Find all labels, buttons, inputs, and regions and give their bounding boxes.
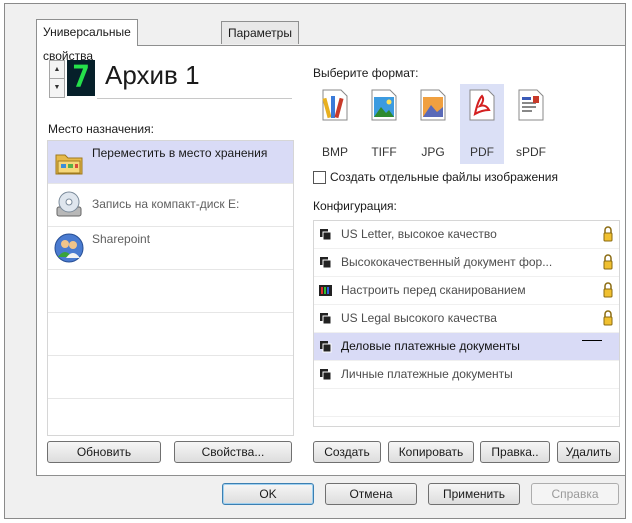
job-title: Архив 1 [105,60,200,90]
scan-settings-dialog: Универсальные свойства Параметры ▲ ▼ 7 А… [4,3,626,519]
format-label-text: BMP [321,145,348,159]
delete-button[interactable]: Удалить [557,441,620,463]
lock-icon [603,254,613,270]
bmp-file-icon [322,89,348,121]
destination-item-label: Переместить в место хранения [92,146,268,160]
destination-empty-row [48,313,293,356]
format-label-text: sPDF [516,145,546,159]
tab-options[interactable]: Параметры [221,21,299,44]
format-label-text: TIFF [371,145,397,159]
format-jpg[interactable]: JPG [411,84,455,164]
lock-icon [603,226,613,242]
pdf-file-icon [469,89,495,121]
lock-icon [603,310,613,326]
cancel-button[interactable]: Отмена [325,483,417,505]
scanner-config-icon [320,369,332,381]
destination-item-label: Запись на компакт-диск E: [92,197,240,211]
destination-item-label: Sharepoint [92,232,151,246]
color-film-config-icon [319,285,332,296]
format-tiff[interactable]: TIFF [362,84,406,164]
spdf-file-icon [518,89,544,121]
separate-files-label: Создать отдельные файлы изображения [330,170,558,184]
configuration-item[interactable]: US Letter, высокое качество [314,221,619,249]
copy-button[interactable]: Копировать [388,441,474,463]
separate-files-option[interactable]: Создать отдельные файлы изображения [313,170,558,184]
separate-files-checkbox[interactable] [313,170,326,184]
refresh-button[interactable]: Обновить [47,441,161,463]
destination-label: Место назначения: [48,122,154,136]
configuration-item-label: US Letter, высокое качество [341,227,497,241]
format-label-text: JPG [421,145,445,159]
scanner-config-icon [320,257,332,269]
jpg-file-icon [420,89,446,121]
scanner-config-icon [320,229,332,241]
tiff-file-icon [371,89,397,121]
destination-item-move-to-storage[interactable]: Переместить в место хранения [48,141,293,184]
help-button[interactable]: Справка [531,483,619,505]
destination-empty-row [48,356,293,399]
configuration-item-label: Личные платежные документы [341,367,513,381]
configuration-item[interactable]: Личные платежные документы [314,361,619,389]
configuration-empty-row [314,389,619,417]
edit-button[interactable]: Правка.. [480,441,550,463]
configuration-item-label: Настроить перед сканированием [341,283,526,297]
format-bmp[interactable]: BMP [313,84,357,164]
folder-move-icon [55,154,83,175]
configuration-item-selected[interactable]: Деловые платежные документы [314,333,619,361]
create-button[interactable]: Создать [313,441,381,463]
ok-button[interactable]: OK [222,483,314,505]
configuration-item-label: US Legal высокого качества [341,311,497,325]
destination-list[interactable]: Переместить в место хранения Запись на к… [47,140,294,436]
format-pdf[interactable]: PDF [460,84,504,164]
destination-empty-row [48,270,293,313]
destination-item-sharepoint[interactable]: Sharepoint [48,227,293,270]
configuration-item[interactable]: Настроить перед сканированием [314,277,619,305]
properties-button[interactable]: Свойства... [174,441,292,463]
destination-item-burn-cd[interactable]: Запись на компакт-диск E: [48,184,293,227]
configuration-list[interactable]: US Letter, высокое качество Высококачест… [313,220,620,427]
scanner-config-icon [320,341,332,353]
tab-general-properties[interactable]: Универсальные свойства [36,19,138,63]
configuration-item[interactable]: Высококачественный документ фор... [314,249,619,277]
configuration-item[interactable]: US Legal высокого качества [314,305,619,333]
lock-icon [603,282,613,298]
apply-button[interactable]: Применить [428,483,520,505]
tab-panel: ▲ ▼ 7 Архив 1 Место назначения: Перемест… [36,45,626,476]
spin-down-icon[interactable]: ▼ [50,78,64,96]
configuration-label: Конфигурация: [313,199,397,213]
scanner-config-icon [320,313,332,325]
format-label: Выберите формат: [313,66,419,80]
sharepoint-users-icon [54,233,84,263]
format-label-text: PDF [470,145,494,159]
callout-line [582,340,602,341]
configuration-item-label: Деловые платежные документы [341,339,520,353]
cd-burn-icon [56,191,82,217]
format-spdf[interactable]: sPDF [509,84,553,164]
configuration-item-label: Высококачественный документ фор... [341,255,553,269]
divider [97,98,292,99]
